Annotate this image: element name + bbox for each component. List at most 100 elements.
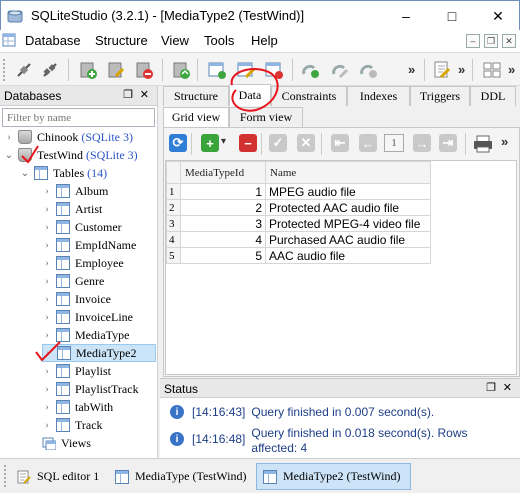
tree-table-item[interactable]: › Artist <box>42 200 156 218</box>
first-page-icon[interactable]: ⇤ <box>331 134 349 152</box>
filter-by-name-input[interactable] <box>2 108 155 127</box>
next-page-icon[interactable]: → <box>413 134 431 152</box>
toolbar-overflow-icon[interactable]: » <box>408 62 415 77</box>
toolbar-overflow-2-icon[interactable]: » <box>458 62 465 77</box>
row-number[interactable]: 5 <box>166 247 181 264</box>
cell-name[interactable]: MPEG audio file <box>265 183 431 200</box>
row-number[interactable]: 4 <box>166 231 181 248</box>
insert-row-dropdown-icon[interactable]: ▾ <box>221 136 226 147</box>
page-number-field[interactable]: 1 <box>384 134 404 152</box>
mdi-minimize-icon[interactable]: – <box>466 34 480 48</box>
tab-indexes[interactable]: Indexes <box>347 86 410 106</box>
rollback-icon[interactable]: ✕ <box>297 134 315 152</box>
tree-table-item[interactable]: › Invoice <box>42 290 156 308</box>
printer-icon[interactable] <box>472 133 494 155</box>
tree-database-chinook[interactable]: › Chinook (SQLite 3) <box>4 128 156 146</box>
add-database-icon[interactable] <box>78 60 98 80</box>
panel-close-icon[interactable]: ✕ <box>140 88 149 101</box>
tab-grid-view[interactable]: Grid view <box>163 107 229 127</box>
expand-arrow-icon[interactable]: › <box>42 276 52 287</box>
edit-table-icon[interactable] <box>236 60 256 80</box>
tree-table-item[interactable]: › Album <box>42 182 156 200</box>
expand-arrow-icon[interactable]: › <box>42 258 52 269</box>
menu-view[interactable]: View <box>161 33 189 48</box>
row-number[interactable]: 1 <box>166 183 181 200</box>
tree-database-testwind[interactable]: ⌄ TestWind (SQLite 3) <box>4 146 156 164</box>
cell-mediatypeid[interactable]: 2 <box>180 199 266 216</box>
disconnect-icon[interactable] <box>40 60 60 80</box>
mdi-restore-icon[interactable]: ❐ <box>484 34 498 48</box>
mdi-close-icon[interactable]: ✕ <box>502 34 516 48</box>
table-row[interactable]: 4 4 Purchased AAC audio file <box>166 231 431 248</box>
column-header-mediatypeid[interactable]: MediaTypeId <box>180 161 266 184</box>
close-button[interactable]: ✕ <box>475 1 520 31</box>
previous-page-icon[interactable]: ← <box>359 134 377 152</box>
tab-ddl[interactable]: DDL <box>470 86 516 106</box>
tree-table-item[interactable]: › Customer <box>42 218 156 236</box>
expand-arrow-icon[interactable]: › <box>42 294 52 305</box>
menu-help[interactable]: Help <box>251 33 278 48</box>
delete-table-icon[interactable] <box>264 60 284 80</box>
tab-data[interactable]: Data <box>229 84 271 106</box>
tree-tables-folder[interactable]: ⌄ Tables (14) <box>4 164 156 182</box>
tab-constraints[interactable]: Constraints <box>271 86 347 106</box>
expand-arrow-icon[interactable]: › <box>4 132 14 143</box>
insert-row-icon[interactable]: + <box>201 134 219 152</box>
window-tab-mediatype2[interactable]: MediaType2 (TestWind) <box>256 463 411 490</box>
window-tab-mediatype[interactable]: MediaType (TestWind) <box>108 463 253 490</box>
table-row[interactable]: 3 3 Protected MPEG-4 video file <box>166 215 431 232</box>
refresh-data-icon[interactable]: ⟳ <box>169 134 187 152</box>
table-row[interactable]: 1 1 MPEG audio file <box>166 183 431 200</box>
tree-table-item[interactable]: › tabWith <box>42 398 156 416</box>
column-header-name[interactable]: Name <box>265 161 431 184</box>
delete-index-icon[interactable] <box>358 60 378 80</box>
menu-database[interactable]: Database <box>25 33 81 48</box>
tree-table-item[interactable]: › Genre <box>42 272 156 290</box>
maximize-button[interactable]: □ <box>429 1 475 31</box>
cell-name[interactable]: Protected AAC audio file <box>265 199 431 216</box>
menu-tools[interactable]: Tools <box>204 33 234 48</box>
remove-database-icon[interactable] <box>134 60 154 80</box>
tab-structure[interactable]: Structure <box>163 86 229 106</box>
panel-float-icon[interactable]: ❐ <box>486 381 496 394</box>
window-tab-sql-editor[interactable]: SQL editor 1 <box>10 463 106 490</box>
row-number[interactable]: 2 <box>166 199 181 216</box>
tree-table-item[interactable]: › Track <box>42 416 156 434</box>
toolbar-overflow-3-icon[interactable]: » <box>508 62 515 77</box>
tree-table-item[interactable]: › MediaType2 <box>42 344 156 362</box>
last-page-icon[interactable]: ⇥ <box>439 134 457 152</box>
expand-arrow-icon[interactable]: › <box>42 420 52 431</box>
cell-name[interactable]: AAC audio file <box>265 247 431 264</box>
cell-name[interactable]: Protected MPEG-4 video file <box>265 215 431 232</box>
collapse-arrow-icon[interactable]: ⌄ <box>20 168 30 179</box>
delete-row-icon[interactable]: − <box>239 134 257 152</box>
expand-arrow-icon[interactable]: › <box>42 186 52 197</box>
grid-toolbar-overflow-icon[interactable]: » <box>501 134 508 149</box>
edit-database-icon[interactable] <box>106 60 126 80</box>
corner-cell[interactable] <box>166 161 181 184</box>
expand-arrow-icon[interactable]: › <box>42 366 52 377</box>
expand-arrow-icon[interactable]: › <box>42 222 52 233</box>
connect-icon[interactable] <box>14 60 34 80</box>
panel-close-icon[interactable]: ✕ <box>503 381 512 394</box>
create-table-icon[interactable] <box>207 60 227 80</box>
open-sql-editor-icon[interactable] <box>432 60 452 80</box>
commit-icon[interactable]: ✓ <box>269 134 287 152</box>
menu-structure[interactable]: Structure <box>95 33 148 48</box>
tree-table-item[interactable]: › Playlist <box>42 362 156 380</box>
tab-form-view[interactable]: Form view <box>229 107 303 127</box>
tree-views-folder[interactable]: Views <box>4 434 156 452</box>
tree-table-item[interactable]: › Employee <box>42 254 156 272</box>
add-index-icon[interactable] <box>300 60 320 80</box>
tree-table-item[interactable]: › MediaType <box>42 326 156 344</box>
cell-name[interactable]: Purchased AAC audio file <box>265 231 431 248</box>
cell-mediatypeid[interactable]: 1 <box>180 183 266 200</box>
table-row[interactable]: 2 2 Protected AAC audio file <box>166 199 431 216</box>
cell-mediatypeid[interactable]: 4 <box>180 231 266 248</box>
tile-windows-icon[interactable] <box>482 60 502 80</box>
panel-float-icon[interactable]: ❐ <box>123 88 133 101</box>
expand-arrow-icon[interactable]: › <box>43 348 53 359</box>
expand-arrow-icon[interactable]: › <box>42 204 52 215</box>
cell-mediatypeid[interactable]: 3 <box>180 215 266 232</box>
cell-mediatypeid[interactable]: 5 <box>180 247 266 264</box>
